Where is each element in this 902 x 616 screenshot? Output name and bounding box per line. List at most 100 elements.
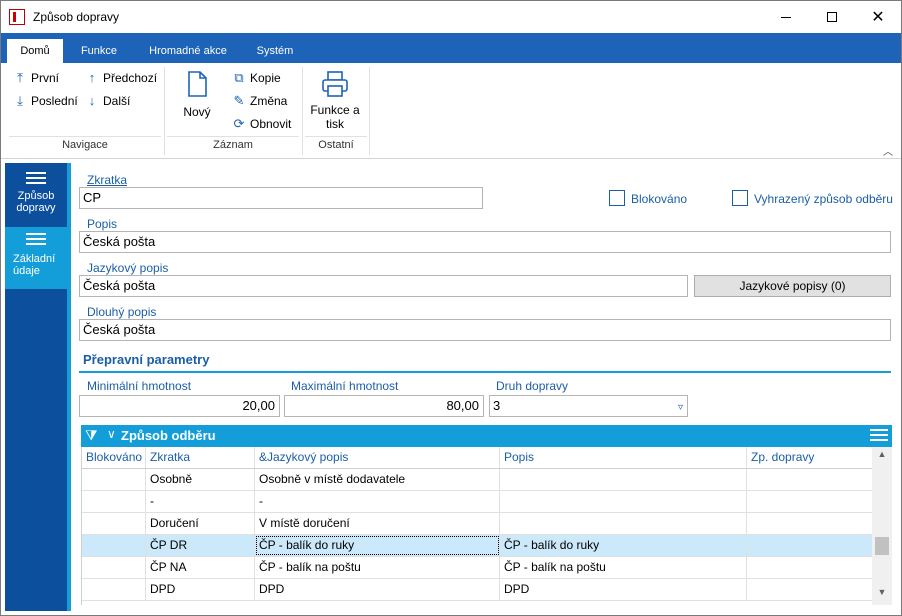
close-button[interactable]: ✕	[855, 1, 901, 33]
jazykove-popisy-button[interactable]: Jazykové popisy (0)	[694, 275, 891, 297]
refresh-button[interactable]: ⟳ Obnovit	[232, 115, 292, 133]
new-button[interactable]: Nový	[175, 71, 219, 119]
max-weight-field[interactable]: 80,00	[284, 395, 484, 417]
col-header-blokovano[interactable]: Blokováno	[82, 447, 146, 468]
left-navigation: Způsob dopravy Základní údaje	[5, 163, 67, 611]
previous-button[interactable]: ↑ Předchozí	[85, 69, 157, 87]
last-button[interactable]: ⤓ Poslední	[13, 92, 78, 110]
cell-zp-dopravy	[747, 513, 872, 534]
dlouhy-popis-field[interactable]: Česká pošta	[79, 319, 891, 341]
new-document-icon	[188, 71, 207, 97]
cell-zkratka: ČP DR	[146, 535, 255, 556]
blokovano-checkbox[interactable]	[609, 190, 625, 206]
druh-dopravy-dropdown[interactable]: 3 ▿	[489, 395, 688, 417]
col-header-zp-dopravy[interactable]: Zp. dopravy	[747, 447, 872, 468]
arrow-down-icon: ↓	[88, 93, 96, 108]
group-label-record: Záznam	[213, 139, 253, 151]
copy-label: Kopie	[250, 71, 281, 85]
group-label-navigation: Navigace	[62, 139, 108, 151]
minimize-icon	[781, 16, 791, 18]
hamburger-icon	[26, 172, 46, 184]
tab-domu[interactable]: Domů	[7, 39, 63, 63]
collapse-ribbon-icon[interactable]: ︿	[883, 143, 893, 158]
cell-zkratka: -	[146, 491, 255, 512]
table-row-selected[interactable]: ČP DR ČP - balík do ruky ČP - balík do r…	[82, 535, 872, 557]
table-row[interactable]: Osobně Osobně v místě dodavatele	[82, 469, 872, 491]
app-window: Způsob dopravy ✕ Domů Funkce Hromadné ak…	[0, 0, 902, 616]
scroll-thumb[interactable]	[875, 537, 889, 555]
grid-header-bar: ⧩ ∨ Způsob odběru	[81, 425, 892, 447]
nav-item-zakladni-udaje[interactable]: Základní údaje	[5, 227, 67, 289]
col-header-zkratka[interactable]: Zkratka	[146, 447, 255, 468]
zpusob-odberu-grid: Blokováno Zkratka &Jazykový popis Popis …	[81, 447, 872, 605]
pencil-icon: ✎	[233, 93, 245, 108]
app-logo-icon	[9, 9, 25, 25]
cell-blokovano	[82, 491, 146, 512]
min-weight-label: Minimální hmotnost	[87, 379, 192, 393]
filter-icon[interactable]: ⧩	[85, 427, 98, 444]
cell-zp-dopravy	[747, 579, 872, 600]
group-label-other: Ostatní	[318, 139, 354, 151]
table-row[interactable]: Doručení V místě doručení	[82, 513, 872, 535]
zkratka-field[interactable]: CP	[79, 187, 483, 209]
vyhrazeny-checkbox[interactable]	[732, 190, 748, 206]
cell-blokovano	[82, 579, 146, 600]
col-header-popis[interactable]: Popis	[500, 447, 747, 468]
table-row[interactable]: DPD DPD DPD	[82, 579, 872, 601]
max-weight-label: Maximální hmotnost	[291, 379, 399, 393]
jazykovy-popis-label: Jazykový popis	[87, 261, 169, 275]
blokovano-label: Blokováno	[631, 192, 688, 206]
group-divider	[305, 136, 367, 137]
cell-popis: DPD	[500, 579, 747, 600]
change-button[interactable]: ✎ Změna	[232, 92, 288, 110]
copy-button[interactable]: ⧉ Kopie	[232, 69, 281, 87]
functions-print-label-2: tisk	[326, 117, 344, 131]
cell-jazykovy-popis-focused[interactable]: ČP - balík do ruky	[255, 535, 500, 556]
table-row[interactable]: ČP NA ČP - balík na poštu ČP - balík na …	[82, 557, 872, 579]
maximize-button[interactable]	[809, 1, 855, 33]
group-separator	[302, 67, 303, 155]
arrow-up-icon: ↑	[88, 70, 96, 85]
vyhrazeny-label: Vyhrazený způsob odběru	[754, 192, 893, 206]
title-bar: Způsob dopravy ✕	[1, 1, 901, 33]
popis-field[interactable]: Česká pošta	[79, 231, 891, 253]
grid-vertical-scrollbar[interactable]: ▲ ▼	[872, 447, 892, 605]
cell-popis	[500, 491, 747, 512]
grid-header-row: Blokováno Zkratka &Jazykový popis Popis …	[82, 447, 872, 469]
nav-label: dopravy	[16, 202, 56, 214]
next-label: Další	[103, 94, 131, 108]
next-button[interactable]: ↓ Další	[85, 92, 131, 110]
cell-blokovano	[82, 513, 146, 534]
table-row[interactable]: - -	[82, 491, 872, 513]
tab-system[interactable]: Systém	[247, 39, 303, 63]
scroll-down-icon[interactable]: ▼	[872, 587, 892, 603]
col-header-jazykovy-popis[interactable]: &Jazykový popis	[255, 447, 500, 468]
grid-menu-icon[interactable]	[870, 429, 888, 444]
jazykovy-popis-field[interactable]: Česká pošta	[79, 275, 688, 297]
cell-zkratka: ČP NA	[146, 557, 255, 578]
grid-title: Způsob odběru	[121, 428, 216, 443]
first-button[interactable]: ⤒ První	[13, 69, 59, 87]
min-weight-field[interactable]: 20,00	[79, 395, 280, 417]
minimize-button[interactable]	[763, 1, 809, 33]
cell-jazykovy-popis: ČP - balík na poštu	[255, 557, 500, 578]
scroll-up-icon[interactable]: ▲	[872, 449, 892, 465]
change-label: Změna	[250, 94, 288, 108]
nav-item-zpusob-dopravy[interactable]: Způsob dopravy	[5, 169, 67, 227]
nav-label: údaje	[13, 265, 40, 277]
functions-print-button[interactable]: Funkce a tisk	[307, 71, 363, 131]
new-label: Nový	[183, 105, 211, 119]
dropdown-arrow-icon[interactable]: ▿	[678, 398, 683, 418]
cell-jazykovy-popis: Osobně v místě dodavatele	[255, 469, 500, 490]
dlouhy-popis-label: Dlouhý popis	[87, 305, 157, 319]
cell-zkratka: DPD	[146, 579, 255, 600]
cell-blokovano	[82, 469, 146, 490]
tab-hromadne-akce[interactable]: Hromadné akce	[139, 39, 237, 63]
tab-funkce[interactable]: Funkce	[71, 39, 127, 63]
druh-dopravy-value: 3	[493, 398, 501, 413]
last-label: Poslední	[31, 94, 78, 108]
cell-blokovano	[82, 557, 146, 578]
ribbon: ⤒ První ↑ Předchozí ⤓ Poslední ↓ Další Navig…	[1, 63, 901, 159]
cell-popis: ČP - balík na poštu	[500, 557, 747, 578]
chevron-down-icon[interactable]: ∨	[107, 427, 116, 441]
